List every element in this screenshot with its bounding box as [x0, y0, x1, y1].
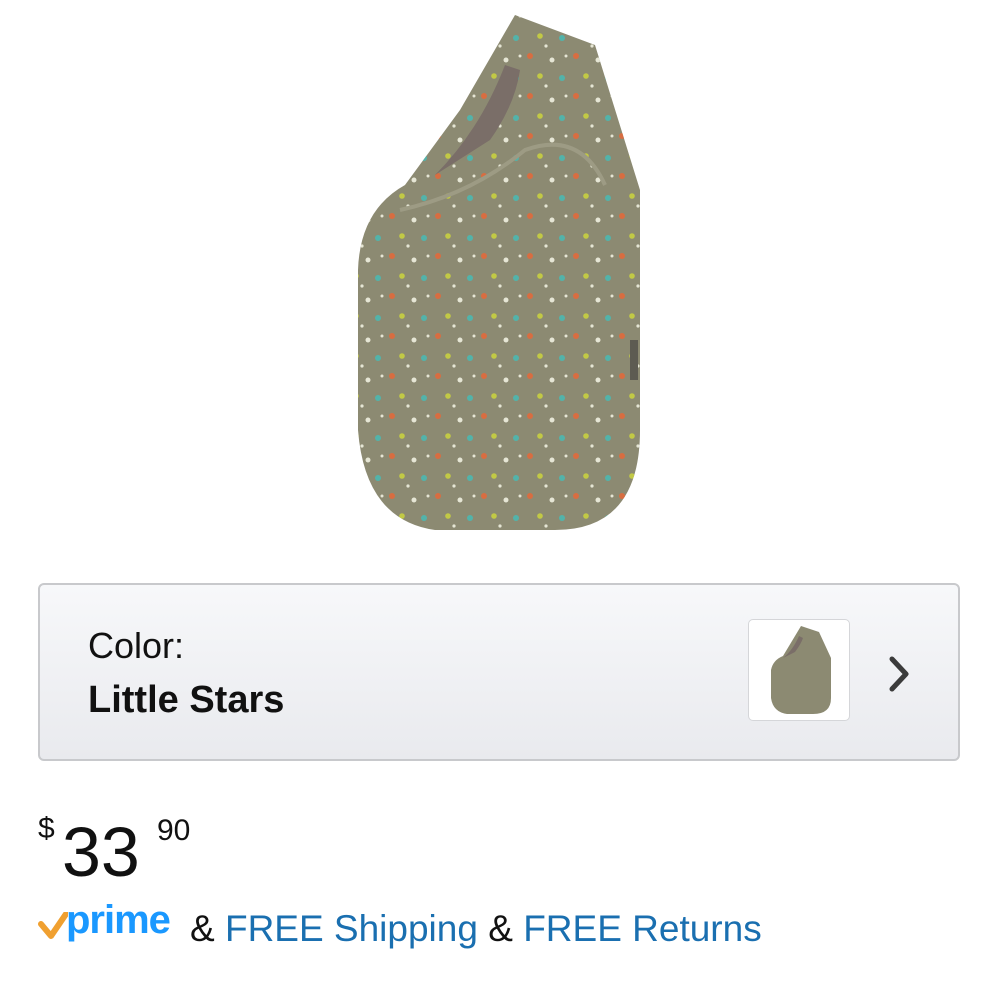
price-currency: $ [38, 812, 55, 845]
ampersand: & [488, 908, 513, 949]
ampersand: & [190, 908, 215, 949]
price-fraction: 90 [157, 814, 191, 847]
chevron-right-icon[interactable] [886, 649, 916, 699]
sleep-sack-thumbnail-image [771, 626, 831, 714]
prime-check-icon [38, 912, 68, 939]
free-returns-link[interactable]: FREE Returns [523, 908, 762, 949]
price-whole: 33 [62, 813, 140, 891]
selected-color-value: Little Stars [88, 679, 285, 721]
prime-logo: prime [38, 898, 188, 944]
color-selector[interactable]: Color: Little Stars [38, 583, 960, 761]
color-label: Color: [88, 625, 185, 666]
free-shipping-link[interactable]: FREE Shipping [225, 908, 478, 949]
sleep-sack-image [358, 15, 640, 530]
product-image[interactable] [340, 10, 660, 530]
color-swatch-thumbnail[interactable] [748, 619, 850, 721]
prime-logo-text: prime [66, 898, 171, 942]
